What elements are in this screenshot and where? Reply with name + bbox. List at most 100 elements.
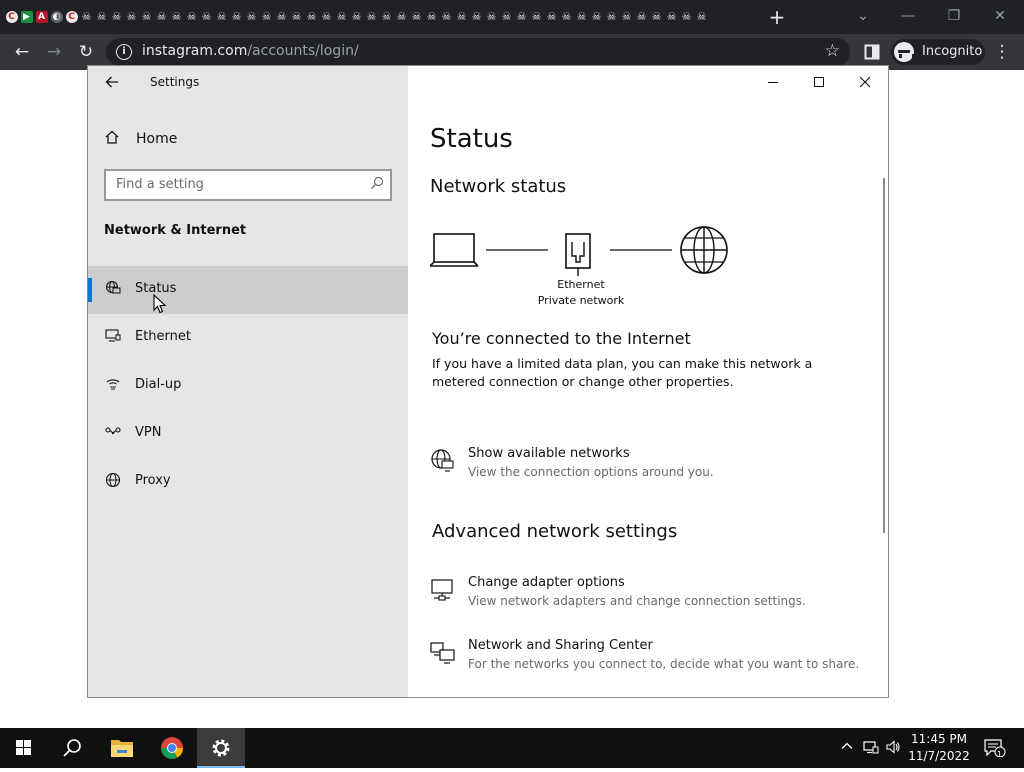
back-button[interactable]	[100, 72, 124, 92]
back-arrow-icon[interactable]: ←	[10, 40, 34, 64]
browser-tab[interactable]: ☠	[439, 6, 454, 28]
scrollbar[interactable]	[883, 178, 885, 533]
browser-menu-icon[interactable]: ⋮	[990, 40, 1014, 64]
browser-restore-button[interactable]: ❐	[934, 4, 974, 28]
sidebar-item-vpn[interactable]: VPN	[88, 410, 408, 458]
file-explorer-icon[interactable]	[98, 728, 146, 768]
browser-tab[interactable]: ☠	[454, 6, 469, 28]
site-info-icon[interactable]: i	[116, 44, 132, 60]
search-icon[interactable]	[48, 728, 96, 768]
side-panel-icon[interactable]	[860, 40, 884, 64]
browser-tab[interactable]: ☠	[229, 6, 244, 28]
browser-tab[interactable]: ☠	[184, 6, 199, 28]
browser-tab[interactable]: ☠	[349, 6, 364, 28]
address-bar[interactable]: i instagram.com/accounts/login/ ☆	[106, 38, 850, 66]
browser-tab[interactable]: ☠	[274, 6, 289, 28]
adapter-monitor-icon	[430, 577, 456, 603]
reload-icon[interactable]: ↻	[74, 40, 98, 64]
settings-gear-icon[interactable]	[197, 728, 245, 768]
browser-tab[interactable]: ☠	[664, 6, 679, 28]
browser-tab[interactable]: ▶	[19, 6, 34, 28]
browser-tab[interactable]: C	[4, 6, 19, 28]
sidebar-item-dial-up[interactable]: Dial-up	[88, 362, 408, 410]
skull-favicon-icon: ☠	[636, 10, 647, 23]
url-domain: instagram.com	[142, 43, 248, 59]
browser-tab[interactable]: C	[64, 6, 79, 28]
browser-tab[interactable]: ☠	[364, 6, 379, 28]
tab-search-chevron-icon[interactable]: ⌄	[843, 4, 883, 28]
chrome-icon[interactable]	[148, 728, 196, 768]
close-button[interactable]	[842, 66, 888, 98]
search-icon[interactable]	[370, 176, 384, 194]
browser-tab[interactable]: ☠	[469, 6, 484, 28]
browser-tab[interactable]: ☠	[424, 6, 439, 28]
incognito-indicator[interactable]: Incognito	[891, 39, 985, 65]
browser-tab[interactable]: ☠	[244, 6, 259, 28]
browser-tab[interactable]: ☠	[619, 6, 634, 28]
network-tray-icon[interactable]	[862, 739, 880, 757]
forward-arrow-icon[interactable]: →	[42, 40, 66, 64]
browser-tab[interactable]: ☠	[649, 6, 664, 28]
browser-tab[interactable]: ☠	[514, 6, 529, 28]
browser-tab[interactable]: ☠	[214, 6, 229, 28]
browser-tab[interactable]: ☠	[394, 6, 409, 28]
active-indicator	[88, 278, 92, 302]
new-tab-button[interactable]: +	[766, 6, 788, 28]
browser-tab[interactable]: A	[34, 6, 49, 28]
browser-tab[interactable]: ☠	[694, 6, 709, 28]
browser-tab[interactable]: ☠	[484, 6, 499, 28]
show-available-networks-link[interactable]: Show available networks View the connect…	[430, 446, 870, 486]
globe-monitor-icon	[430, 448, 456, 474]
browser-tab[interactable]: ☠	[589, 6, 604, 28]
sidebar-item-ethernet[interactable]: Ethernet	[88, 314, 408, 362]
volume-icon[interactable]	[884, 739, 902, 757]
browser-tab[interactable]: ☠	[259, 6, 274, 28]
browser-tab[interactable]: ☠	[334, 6, 349, 28]
browser-tab[interactable]: ☠	[604, 6, 619, 28]
browser-tab[interactable]: ☠	[319, 6, 334, 28]
url-text[interactable]: instagram.com/accounts/login/	[142, 43, 359, 59]
sidebar-item-proxy[interactable]: Proxy	[88, 458, 408, 506]
browser-tab[interactable]: ☠	[139, 6, 154, 28]
browser-tab[interactable]: ☠	[124, 6, 139, 28]
link-title: Change adapter options	[468, 575, 625, 590]
tab-list: C ▶ A ◐ C ☠ ☠ ☠ ☠ ☠ ☠ ☠ ☠ ☠ ☠ ☠ ☠ ☠ ☠ ☠ ☠ ☠ ☠ ☠ ☠ ☠ ☠ ☠ ☠ ☠ ☠ ☠ ☠ ☠ ☠ ☠ ☠ ☠ ☠ ☠…	[4, 6, 709, 28]
link-title: Show available networks	[468, 446, 630, 461]
browser-tab[interactable]: ☠	[634, 6, 649, 28]
browser-minimize-button[interactable]: —	[888, 4, 928, 28]
browser-tab[interactable]: ☠	[574, 6, 589, 28]
minimize-button[interactable]	[750, 66, 796, 98]
network-sharing-center-link[interactable]: Network and Sharing Center For the netwo…	[430, 638, 870, 678]
browser-tab[interactable]: ☠	[559, 6, 574, 28]
browser-tab[interactable]: ☠	[499, 6, 514, 28]
change-adapter-options-link[interactable]: Change adapter options View network adap…	[430, 575, 870, 615]
browser-tab[interactable]: ☠	[529, 6, 544, 28]
show-hidden-icons-chevron-icon[interactable]	[838, 739, 856, 757]
find-setting-input[interactable]: Find a setting	[104, 169, 392, 201]
browser-tab[interactable]: ☠	[154, 6, 169, 28]
sidebar-item-status[interactable]: Status	[88, 266, 408, 314]
maximize-button[interactable]	[796, 66, 842, 98]
clock-time[interactable]: 11:45 PM	[906, 732, 972, 746]
clock-date[interactable]: 11/7/2022	[906, 749, 972, 763]
browser-tab[interactable]: ☠	[169, 6, 184, 28]
browser-close-button[interactable]: ✕	[980, 4, 1020, 28]
skull-favicon-icon: ☠	[81, 10, 92, 23]
bookmark-star-icon[interactable]: ☆	[825, 41, 840, 61]
start-button[interactable]	[0, 728, 48, 768]
browser-tab[interactable]: ☠	[79, 6, 94, 28]
skull-favicon-icon: ☠	[306, 10, 317, 23]
browser-tab[interactable]: ☠	[679, 6, 694, 28]
browser-tab[interactable]: ☠	[94, 6, 109, 28]
browser-tab[interactable]: ☠	[289, 6, 304, 28]
browser-tab[interactable]: ☠	[544, 6, 559, 28]
browser-tab[interactable]: ☠	[109, 6, 124, 28]
browser-tab[interactable]: ☠	[199, 6, 214, 28]
browser-tab[interactable]: ☠	[379, 6, 394, 28]
browser-tab[interactable]: ☠	[304, 6, 319, 28]
home-nav-item[interactable]: Home	[104, 128, 177, 150]
browser-tab[interactable]: ☠	[409, 6, 424, 28]
browser-tab[interactable]: ◐	[49, 6, 64, 28]
skull-favicon-icon: ☠	[696, 10, 707, 23]
notification-center-icon[interactable]: 1	[984, 739, 1006, 759]
